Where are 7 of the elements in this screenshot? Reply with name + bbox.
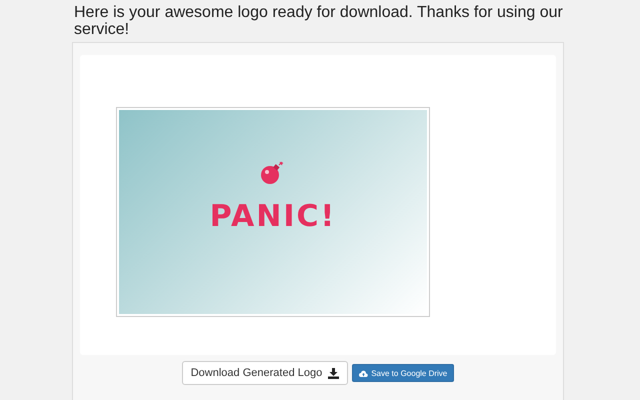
save-to-drive-button[interactable]: Save to Google Drive [352, 364, 454, 382]
message-text: Here is your awesome logo ready for download. Thanks for using our service! [74, 4, 564, 38]
bomb-icon [260, 160, 286, 186]
download-icon [328, 368, 340, 378]
logo-name: PANIC! [210, 200, 336, 234]
cloud-upload-icon [359, 370, 368, 376]
download-button[interactable]: Download Generated Logo [182, 361, 348, 385]
